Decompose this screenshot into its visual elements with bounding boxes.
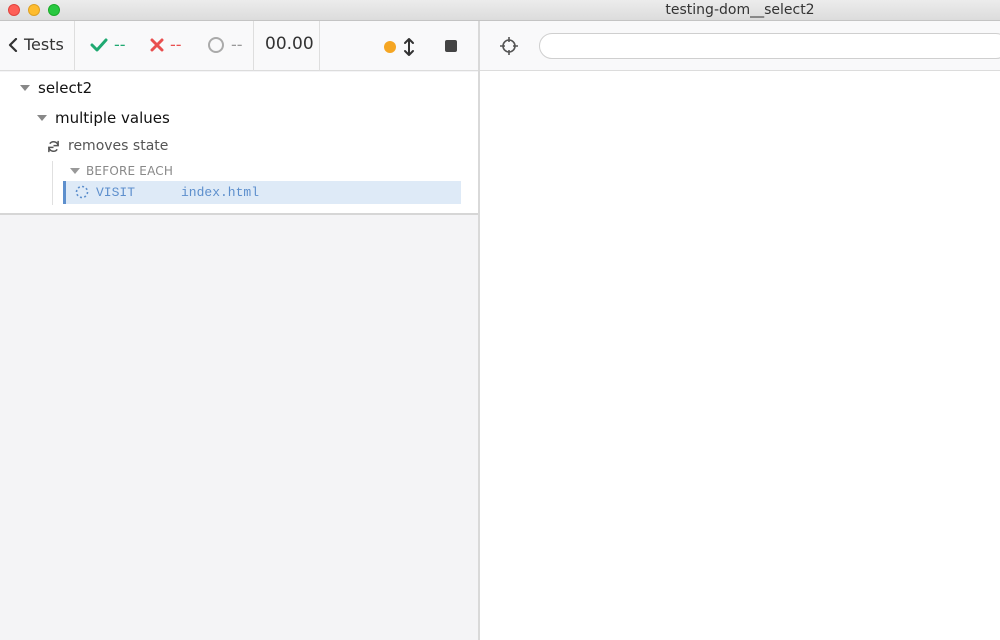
reporter-toolbar: Tests -- -- -- 00.00 [0,21,478,71]
x-icon [150,38,164,51]
check-icon [90,38,108,51]
command-name: VISIT [96,185,136,200]
caret-down-icon [20,85,30,91]
window-titlebar: testing-dom__select2 [0,0,1000,21]
arrows-vertical-icon[interactable] [402,37,416,57]
refresh-icon [48,140,59,152]
toolbar-divider [74,21,75,71]
test-row[interactable]: removes state [47,138,168,154]
runnables-list: select2 multiple values removes state BE… [0,72,478,215]
window-title: testing-dom__select2 [665,2,815,18]
pending-value: -- [231,35,243,54]
hook-row[interactable]: BEFORE EACH [70,164,173,178]
suite-row[interactable]: select2 [20,79,92,97]
passed-count[interactable]: -- [90,35,126,54]
back-to-tests-button[interactable]: Tests [8,35,64,54]
toolbar-divider [253,21,254,71]
window-maximize-button[interactable] [48,4,60,16]
failed-count[interactable]: -- [150,35,182,54]
chevron-left-icon [8,37,18,52]
reporter-panel: Tests -- -- -- 00.00 select2 multiple va… [0,21,478,640]
app-under-test-panel [480,21,1000,640]
hook-label: BEFORE EACH [86,164,174,178]
caret-down-icon [37,115,47,121]
nested-suite-row[interactable]: multiple values [37,109,170,127]
failed-value: -- [170,35,182,54]
hook-guide-line [52,161,53,205]
stop-icon[interactable] [445,40,457,52]
toolbar-divider [319,21,320,71]
url-input[interactable] [539,33,1000,59]
crosshair-icon[interactable] [498,35,520,57]
tests-label: Tests [24,35,64,54]
running-indicator [384,41,396,53]
circle-outline-icon [208,36,224,53]
passed-value: -- [114,35,126,54]
run-duration: 00.00 [265,34,314,54]
window-minimize-button[interactable] [28,4,40,16]
aut-header [480,21,1000,71]
command-row[interactable]: VISIT index.html [63,181,461,204]
window-close-button[interactable] [8,4,20,16]
suite-title: select2 [38,79,93,97]
pending-count[interactable]: -- [207,35,243,54]
command-message: index.html [181,185,260,200]
test-title: removes state [68,138,169,154]
nested-suite-title: multiple values [55,109,170,127]
spinner-icon [75,185,89,199]
caret-down-icon [70,168,80,174]
